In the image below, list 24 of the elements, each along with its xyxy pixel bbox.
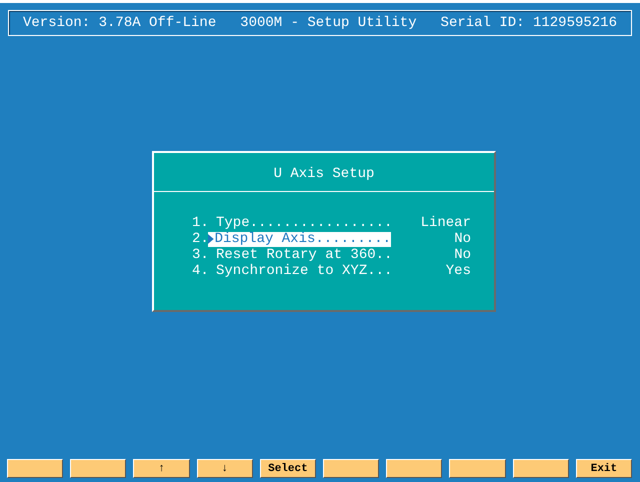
blank-function-key[interactable] (512, 459, 569, 478)
version-text: Version: 3.78A Off-Line (23, 15, 216, 31)
function-key[interactable]: ↑ (133, 459, 190, 478)
blank-function-key[interactable] (386, 459, 442, 478)
function-key[interactable]: Exit (576, 459, 632, 478)
blank-function-key[interactable] (7, 459, 64, 478)
item-number: 1. (192, 215, 208, 231)
app-title: 3000M - Setup Utility (240, 15, 417, 31)
item-number: 2. (192, 231, 208, 247)
option-value: Yes (444, 263, 471, 279)
function-key[interactable]: Select (260, 459, 316, 478)
option-value: Linear (420, 215, 471, 231)
blank-function-key[interactable] (70, 459, 126, 478)
serial-id-text: Serial ID: 1129595216 (440, 15, 617, 31)
option-value: No (453, 231, 471, 247)
item-number: 3. (192, 247, 208, 263)
menu-option[interactable]: Display Axis......... (208, 232, 391, 246)
dialog-title: U Axis Setup (154, 153, 494, 192)
function-key[interactable]: ↓ (196, 459, 253, 478)
blank-function-key[interactable] (323, 459, 380, 478)
pointer-icon (208, 233, 215, 245)
item-number: 4. (192, 263, 208, 279)
option-value: No (453, 247, 471, 263)
blank-function-key[interactable] (449, 459, 506, 478)
